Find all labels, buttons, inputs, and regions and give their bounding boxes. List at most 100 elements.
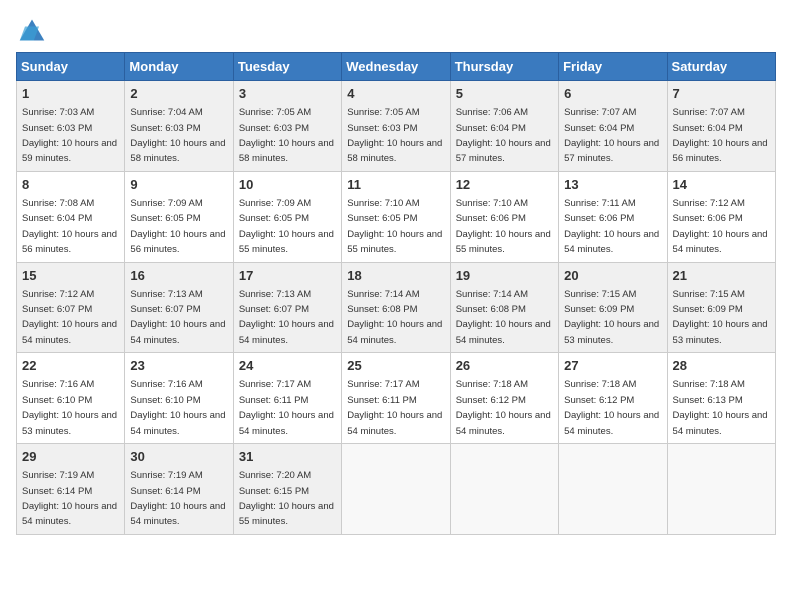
day-number: 23 (130, 357, 227, 375)
day-info: Sunrise: 7:06 AMSunset: 6:04 PMDaylight:… (456, 107, 551, 164)
calendar-cell (342, 444, 450, 535)
day-info: Sunrise: 7:18 AMSunset: 6:13 PMDaylight:… (673, 379, 768, 436)
week-row-3: 15 Sunrise: 7:12 AMSunset: 6:07 PMDaylig… (17, 262, 776, 353)
day-number: 2 (130, 85, 227, 103)
day-number: 11 (347, 176, 444, 194)
calendar-cell: 12 Sunrise: 7:10 AMSunset: 6:06 PMDaylig… (450, 171, 558, 262)
day-info: Sunrise: 7:03 AMSunset: 6:03 PMDaylight:… (22, 107, 117, 164)
calendar-cell: 2 Sunrise: 7:04 AMSunset: 6:03 PMDayligh… (125, 81, 233, 172)
week-row-1: 1 Sunrise: 7:03 AMSunset: 6:03 PMDayligh… (17, 81, 776, 172)
day-info: Sunrise: 7:15 AMSunset: 6:09 PMDaylight:… (564, 289, 659, 346)
day-number: 1 (22, 85, 119, 103)
logo-icon (16, 16, 48, 44)
day-number: 22 (22, 357, 119, 375)
calendar-cell: 5 Sunrise: 7:06 AMSunset: 6:04 PMDayligh… (450, 81, 558, 172)
calendar-cell: 23 Sunrise: 7:16 AMSunset: 6:10 PMDaylig… (125, 353, 233, 444)
calendar-header: SundayMondayTuesdayWednesdayThursdayFrid… (17, 53, 776, 81)
day-number: 20 (564, 267, 661, 285)
calendar-cell: 11 Sunrise: 7:10 AMSunset: 6:05 PMDaylig… (342, 171, 450, 262)
day-info: Sunrise: 7:04 AMSunset: 6:03 PMDaylight:… (130, 107, 225, 164)
day-number: 27 (564, 357, 661, 375)
day-info: Sunrise: 7:09 AMSunset: 6:05 PMDaylight:… (130, 198, 225, 255)
day-info: Sunrise: 7:12 AMSunset: 6:07 PMDaylight:… (22, 289, 117, 346)
day-info: Sunrise: 7:10 AMSunset: 6:05 PMDaylight:… (347, 198, 442, 255)
header-day-tuesday: Tuesday (233, 53, 341, 81)
day-number: 8 (22, 176, 119, 194)
calendar-cell: 3 Sunrise: 7:05 AMSunset: 6:03 PMDayligh… (233, 81, 341, 172)
day-number: 5 (456, 85, 553, 103)
day-number: 18 (347, 267, 444, 285)
day-info: Sunrise: 7:13 AMSunset: 6:07 PMDaylight:… (130, 289, 225, 346)
day-number: 29 (22, 448, 119, 466)
week-row-5: 29 Sunrise: 7:19 AMSunset: 6:14 PMDaylig… (17, 444, 776, 535)
header-day-monday: Monday (125, 53, 233, 81)
calendar-cell: 1 Sunrise: 7:03 AMSunset: 6:03 PMDayligh… (17, 81, 125, 172)
day-number: 4 (347, 85, 444, 103)
calendar-cell: 26 Sunrise: 7:18 AMSunset: 6:12 PMDaylig… (450, 353, 558, 444)
day-number: 14 (673, 176, 770, 194)
day-number: 7 (673, 85, 770, 103)
day-info: Sunrise: 7:05 AMSunset: 6:03 PMDaylight:… (347, 107, 442, 164)
calendar-cell: 20 Sunrise: 7:15 AMSunset: 6:09 PMDaylig… (559, 262, 667, 353)
calendar-cell: 22 Sunrise: 7:16 AMSunset: 6:10 PMDaylig… (17, 353, 125, 444)
calendar-cell: 17 Sunrise: 7:13 AMSunset: 6:07 PMDaylig… (233, 262, 341, 353)
calendar-cell: 31 Sunrise: 7:20 AMSunset: 6:15 PMDaylig… (233, 444, 341, 535)
calendar-table: SundayMondayTuesdayWednesdayThursdayFrid… (16, 52, 776, 535)
header-day-sunday: Sunday (17, 53, 125, 81)
day-number: 9 (130, 176, 227, 194)
week-row-2: 8 Sunrise: 7:08 AMSunset: 6:04 PMDayligh… (17, 171, 776, 262)
day-info: Sunrise: 7:19 AMSunset: 6:14 PMDaylight:… (22, 470, 117, 527)
logo (16, 16, 52, 44)
calendar-cell: 18 Sunrise: 7:14 AMSunset: 6:08 PMDaylig… (342, 262, 450, 353)
page-header (16, 16, 776, 44)
day-number: 16 (130, 267, 227, 285)
day-info: Sunrise: 7:19 AMSunset: 6:14 PMDaylight:… (130, 470, 225, 527)
day-number: 3 (239, 85, 336, 103)
day-info: Sunrise: 7:14 AMSunset: 6:08 PMDaylight:… (347, 289, 442, 346)
day-info: Sunrise: 7:11 AMSunset: 6:06 PMDaylight:… (564, 198, 659, 255)
calendar-cell: 28 Sunrise: 7:18 AMSunset: 6:13 PMDaylig… (667, 353, 775, 444)
day-info: Sunrise: 7:08 AMSunset: 6:04 PMDaylight:… (22, 198, 117, 255)
day-info: Sunrise: 7:07 AMSunset: 6:04 PMDaylight:… (673, 107, 768, 164)
day-number: 28 (673, 357, 770, 375)
day-info: Sunrise: 7:17 AMSunset: 6:11 PMDaylight:… (239, 379, 334, 436)
header-day-friday: Friday (559, 53, 667, 81)
day-info: Sunrise: 7:18 AMSunset: 6:12 PMDaylight:… (456, 379, 551, 436)
day-number: 21 (673, 267, 770, 285)
day-number: 10 (239, 176, 336, 194)
calendar-cell: 24 Sunrise: 7:17 AMSunset: 6:11 PMDaylig… (233, 353, 341, 444)
day-info: Sunrise: 7:20 AMSunset: 6:15 PMDaylight:… (239, 470, 334, 527)
header-day-saturday: Saturday (667, 53, 775, 81)
calendar-cell: 21 Sunrise: 7:15 AMSunset: 6:09 PMDaylig… (667, 262, 775, 353)
header-day-wednesday: Wednesday (342, 53, 450, 81)
day-info: Sunrise: 7:05 AMSunset: 6:03 PMDaylight:… (239, 107, 334, 164)
calendar-cell: 16 Sunrise: 7:13 AMSunset: 6:07 PMDaylig… (125, 262, 233, 353)
calendar-cell: 25 Sunrise: 7:17 AMSunset: 6:11 PMDaylig… (342, 353, 450, 444)
day-number: 30 (130, 448, 227, 466)
day-number: 17 (239, 267, 336, 285)
header-row: SundayMondayTuesdayWednesdayThursdayFrid… (17, 53, 776, 81)
week-row-4: 22 Sunrise: 7:16 AMSunset: 6:10 PMDaylig… (17, 353, 776, 444)
calendar-cell: 14 Sunrise: 7:12 AMSunset: 6:06 PMDaylig… (667, 171, 775, 262)
day-number: 25 (347, 357, 444, 375)
day-info: Sunrise: 7:09 AMSunset: 6:05 PMDaylight:… (239, 198, 334, 255)
calendar-cell: 19 Sunrise: 7:14 AMSunset: 6:08 PMDaylig… (450, 262, 558, 353)
day-info: Sunrise: 7:12 AMSunset: 6:06 PMDaylight:… (673, 198, 768, 255)
day-number: 12 (456, 176, 553, 194)
day-info: Sunrise: 7:10 AMSunset: 6:06 PMDaylight:… (456, 198, 551, 255)
calendar-cell: 4 Sunrise: 7:05 AMSunset: 6:03 PMDayligh… (342, 81, 450, 172)
calendar-cell: 8 Sunrise: 7:08 AMSunset: 6:04 PMDayligh… (17, 171, 125, 262)
calendar-cell: 10 Sunrise: 7:09 AMSunset: 6:05 PMDaylig… (233, 171, 341, 262)
calendar-cell: 27 Sunrise: 7:18 AMSunset: 6:12 PMDaylig… (559, 353, 667, 444)
calendar-cell: 9 Sunrise: 7:09 AMSunset: 6:05 PMDayligh… (125, 171, 233, 262)
calendar-cell: 15 Sunrise: 7:12 AMSunset: 6:07 PMDaylig… (17, 262, 125, 353)
calendar-cell: 29 Sunrise: 7:19 AMSunset: 6:14 PMDaylig… (17, 444, 125, 535)
day-info: Sunrise: 7:17 AMSunset: 6:11 PMDaylight:… (347, 379, 442, 436)
header-day-thursday: Thursday (450, 53, 558, 81)
calendar-cell (667, 444, 775, 535)
day-number: 19 (456, 267, 553, 285)
calendar-cell (450, 444, 558, 535)
day-info: Sunrise: 7:13 AMSunset: 6:07 PMDaylight:… (239, 289, 334, 346)
day-number: 26 (456, 357, 553, 375)
day-info: Sunrise: 7:07 AMSunset: 6:04 PMDaylight:… (564, 107, 659, 164)
